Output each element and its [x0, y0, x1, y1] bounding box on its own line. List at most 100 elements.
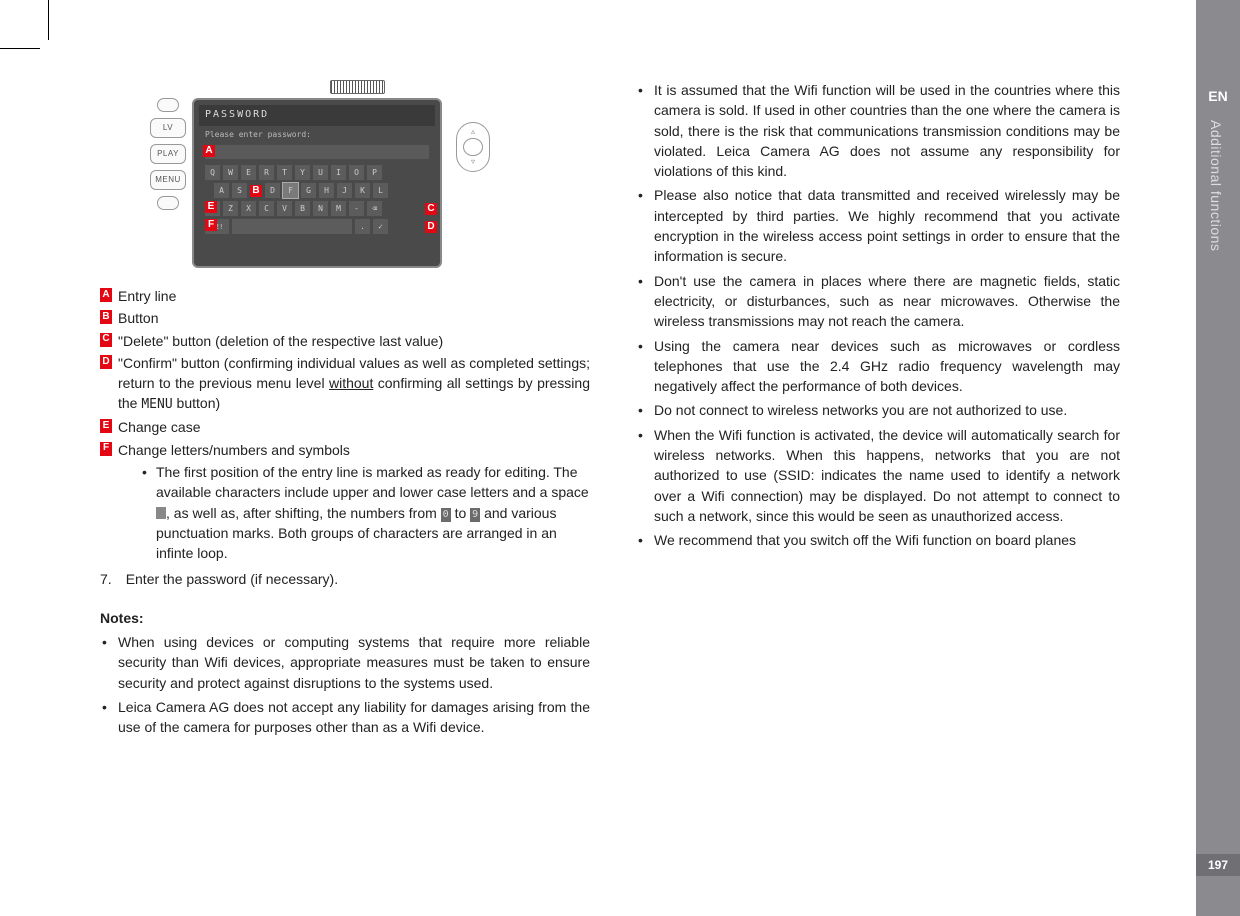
key-b: B [295, 201, 310, 216]
key-a: A [214, 183, 229, 198]
inline-num-0: 0 [441, 508, 451, 523]
callout-a: A [203, 145, 215, 157]
legend-badge-d: D [100, 355, 112, 369]
callout-f: F [205, 219, 217, 231]
notes-heading: Notes: [100, 608, 590, 628]
key-r: R [259, 165, 274, 180]
key-x: X [241, 201, 256, 216]
legend-text-d: "Confirm" button (confirming individual … [118, 353, 590, 415]
legend-badge-e: E [100, 419, 112, 433]
key-i: I [331, 165, 346, 180]
dial-ring-icon [463, 138, 483, 157]
speaker-grille [330, 80, 385, 94]
right-note-2: Don't use the camera in places where the… [630, 271, 1120, 332]
sub-bullet: The first position of the entry line is … [142, 462, 590, 563]
keyboard-row-3: E ⇧ Z X C V B N M - ⌫ C [205, 201, 429, 216]
callout-b: B [250, 185, 262, 197]
entry-line: A [205, 145, 429, 159]
key-o: O [349, 165, 364, 180]
left-note-0: When using devices or computing systems … [100, 632, 590, 693]
step-7-num: 7. [100, 569, 112, 589]
keyboard-row-2: A S B D F G H J K L [205, 183, 429, 198]
right-note-3: Using the camera near devices such as mi… [630, 336, 1120, 397]
key-z: Z [223, 201, 238, 216]
page-content: LV PLAY MENU PASSWORD Please enter passw… [100, 80, 1120, 896]
legend-d-mono: MENU [141, 397, 172, 412]
left-column: LV PLAY MENU PASSWORD Please enter passw… [100, 80, 590, 896]
crop-mark-horizontal [0, 48, 40, 49]
key-h: H [319, 183, 334, 198]
sub-seg1: The first position of the entry line is … [156, 464, 589, 500]
key-w: W [223, 165, 238, 180]
delete-icon: ⌫ [367, 201, 382, 216]
key-j: J [337, 183, 352, 198]
chevron-up-icon: ▵ [471, 126, 475, 138]
right-note-5: When the Wifi function is activated, the… [630, 425, 1120, 526]
legend-a: A Entry line [100, 286, 590, 306]
legend-text-a: Entry line [118, 286, 590, 306]
legend-d-und: without [329, 375, 373, 391]
page-number: 197 [1196, 854, 1240, 876]
side-button-bottom [157, 196, 179, 210]
key-period: . [355, 219, 370, 234]
lcd-screen: PASSWORD Please enter password: A Q W E … [192, 98, 442, 268]
right-note-0: It is assumed that the Wifi function wil… [630, 80, 1120, 181]
key-y: Y [295, 165, 310, 180]
side-button-menu: MENU [150, 170, 186, 190]
section-label: Additional functions [1208, 120, 1224, 251]
side-button-top [157, 98, 179, 112]
legend-b: B Button [100, 308, 590, 328]
side-tab: EN Additional functions 197 [1196, 0, 1240, 916]
key-t: T [277, 165, 292, 180]
legend-d-tail: button) [173, 395, 220, 411]
side-button-lv: LV [150, 118, 186, 138]
legend-badge-c: C [100, 333, 112, 347]
on-screen-keyboard: Q W E R T Y U I O P A S B [199, 161, 435, 238]
legend-text-c: "Delete" button (deletion of the respect… [118, 331, 590, 351]
step-7-text: Enter the password (if necessary). [126, 569, 338, 589]
side-button-play: PLAY [150, 144, 186, 164]
inline-space-icon [156, 507, 166, 519]
callout-c: C [425, 203, 437, 215]
key-c: C [259, 201, 274, 216]
key-m: M [331, 201, 346, 216]
chevron-down-icon: ▿ [471, 156, 475, 168]
right-note-4: Do not connect to wireless networks you … [630, 400, 1120, 420]
key-q: Q [205, 165, 220, 180]
side-button-column: LV PLAY MENU [150, 98, 186, 268]
screen-title: PASSWORD [199, 105, 435, 126]
step-7: 7. Enter the password (if necessary). [100, 569, 590, 589]
key-s: S [232, 183, 247, 198]
key-d: D [265, 183, 280, 198]
legend-f: F Change letters/numbers and symbols [100, 440, 590, 460]
screen-subtitle: Please enter password: [199, 126, 435, 144]
legend-text-b: Button [118, 308, 590, 328]
nav-dial: ▵ ▿ [456, 122, 490, 172]
sub-seg3: to [451, 505, 470, 521]
camera-device: LV PLAY MENU PASSWORD Please enter passw… [150, 98, 590, 268]
right-note-6: We recommend that you switch off the Wif… [630, 530, 1120, 550]
lang-label: EN [1196, 88, 1240, 104]
legend-text-e: Change case [118, 417, 590, 437]
legend-c: C "Delete" button (deletion of the respe… [100, 331, 590, 351]
key-u: U [313, 165, 328, 180]
key-l: L [373, 183, 388, 198]
keyboard-row-4: F 12! . ✓ D [205, 219, 429, 234]
legend-badge-a: A [100, 288, 112, 302]
legend-text-f: Change letters/numbers and symbols [118, 440, 590, 460]
legend-e: E Change case [100, 417, 590, 437]
left-note-1: Leica Camera AG does not accept any liab… [100, 697, 590, 738]
confirm-icon: ✓ [373, 219, 388, 234]
sub-seg2: , as well as, after shifting, the number… [166, 505, 441, 521]
spacebar-key [232, 219, 352, 234]
key-k: K [355, 183, 370, 198]
key-f-selected: F [283, 183, 298, 198]
legend-badge-b: B [100, 310, 112, 324]
key-e: E [241, 165, 256, 180]
legend-badge-f: F [100, 442, 112, 456]
legend-d: D "Confirm" button (confirming individua… [100, 353, 590, 415]
inline-num-9: 9 [470, 508, 480, 523]
key-g: G [301, 183, 316, 198]
callout-e: E [205, 201, 217, 213]
crop-mark-vertical [48, 0, 49, 40]
